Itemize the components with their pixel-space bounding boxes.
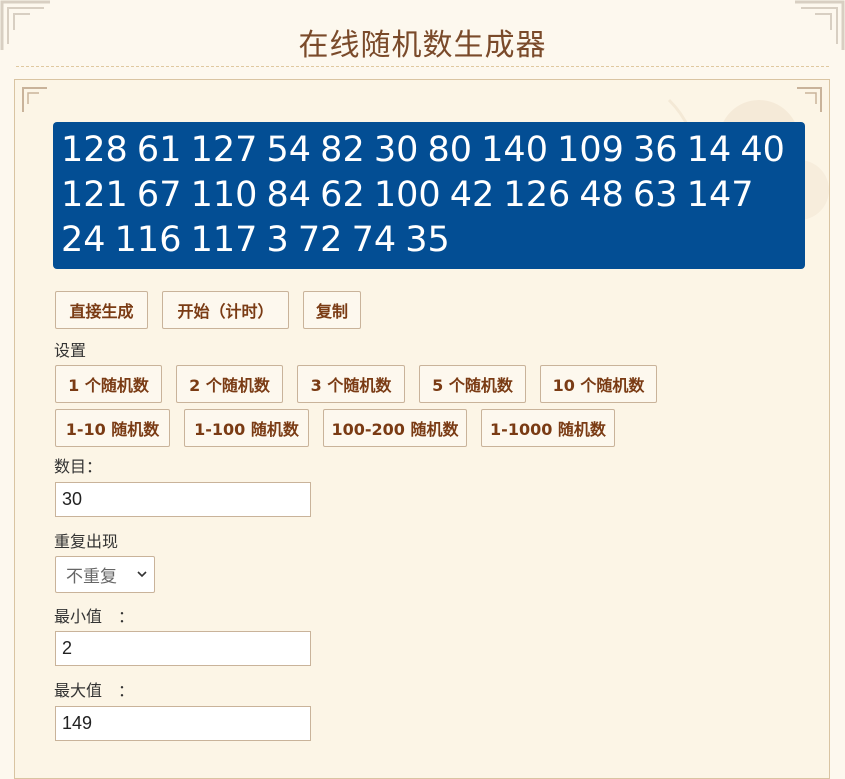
max-input[interactable]: 149: [55, 706, 311, 741]
start-timer-button[interactable]: 开始（计时）: [162, 291, 289, 329]
range-1-1000-button[interactable]: 1-1000 随机数: [481, 409, 615, 447]
repeat-select[interactable]: 不重复: [55, 556, 155, 593]
settings-heading: 设置: [54, 341, 87, 360]
repeat-select-value: 不重复: [66, 567, 117, 587]
page-title: 在线随机数生成器: [298, 28, 547, 63]
preset-1-button[interactable]: 1 个随机数: [55, 365, 162, 403]
repeat-label: 重复出现: [54, 532, 119, 551]
generate-button[interactable]: 直接生成: [55, 291, 148, 329]
copy-button[interactable]: 复制: [303, 291, 361, 329]
title-divider: [16, 66, 829, 67]
chevron-down-icon: [137, 571, 147, 578]
count-input[interactable]: 30: [55, 482, 311, 517]
range-1-10-button[interactable]: 1-10 随机数: [55, 409, 170, 447]
preset-10-button[interactable]: 10 个随机数: [540, 365, 657, 403]
count-label: 数目：: [54, 457, 103, 476]
min-label: 最小值 ：: [54, 607, 135, 626]
preset-5-button[interactable]: 5 个随机数: [419, 365, 526, 403]
result-display: 128 61 127 54 82 30 80 140 109 36 14 40 …: [53, 122, 805, 269]
range-100-200-button[interactable]: 100-200 随机数: [323, 409, 467, 447]
preset-2-button[interactable]: 2 个随机数: [176, 365, 283, 403]
range-1-100-button[interactable]: 1-100 随机数: [184, 409, 309, 447]
max-label: 最大值 ：: [54, 681, 135, 700]
min-input[interactable]: 2: [55, 631, 311, 666]
panel-corner-icon: [22, 87, 47, 112]
preset-3-button[interactable]: 3 个随机数: [297, 365, 405, 403]
